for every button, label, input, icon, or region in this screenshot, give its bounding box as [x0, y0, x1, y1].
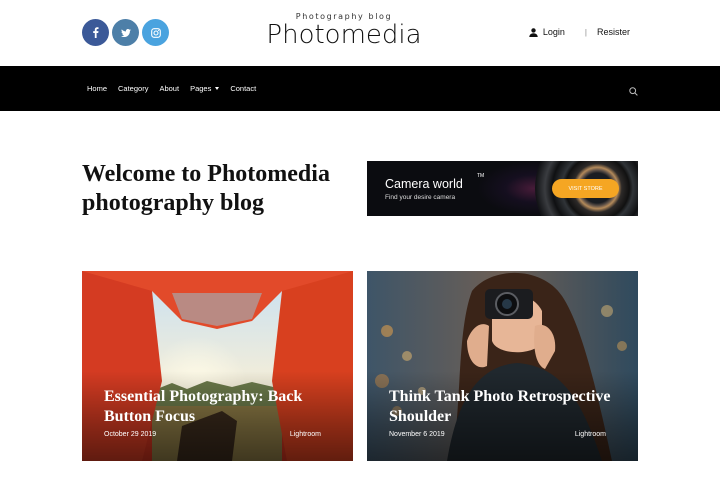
visit-store-button[interactable]: VISIT STORE [552, 179, 619, 198]
banner-subtitle: Find your desire camera [385, 194, 456, 201]
caret-down-icon [215, 87, 220, 90]
post-date: October 29 2019 [104, 431, 157, 438]
nav-menu: Home Category About Pages Contact [87, 66, 267, 111]
post-card[interactable]: Essential Photography: Back Button Focus… [82, 271, 353, 461]
site-header: Photography blog Photomedia Login | Resi… [0, 0, 720, 66]
nav-item-category[interactable]: Category [118, 84, 148, 93]
login-label: Login [542, 27, 565, 37]
search-button[interactable] [629, 83, 638, 101]
main-navbar: Home Category About Pages Contact [0, 66, 720, 111]
nav-item-home[interactable]: Home [87, 84, 107, 93]
post-card[interactable]: Think Tank Photo Retrospective Shoulder … [367, 271, 638, 461]
banner-title: Camera world [385, 177, 463, 191]
nav-item-about[interactable]: About [159, 84, 179, 93]
login-link[interactable]: Login [529, 27, 565, 37]
auth-links: Login | Resister [529, 27, 630, 37]
welcome-heading: Welcome to Photomedia photography blog [82, 161, 330, 216]
banner-trademark: TM [477, 173, 485, 179]
nav-item-pages[interactable]: Pages [190, 84, 220, 93]
post-category[interactable]: Lightroom [290, 431, 321, 438]
post-title[interactable]: Essential Photography: Back Button Focus [104, 387, 344, 427]
search-icon [629, 87, 638, 96]
register-link[interactable]: Resister [597, 27, 630, 37]
camera-store-banner[interactable]: Camera world Find your desire camera TM … [367, 161, 638, 216]
nav-item-pages-label: Pages [190, 84, 212, 93]
nav-item-contact[interactable]: Contact [230, 84, 256, 93]
post-date: November 6 2019 [389, 431, 445, 438]
post-title[interactable]: Think Tank Photo Retrospective Shoulder [389, 387, 629, 427]
auth-separator: | [584, 27, 587, 37]
post-category[interactable]: Lightroom [575, 431, 606, 438]
user-icon [529, 27, 538, 37]
